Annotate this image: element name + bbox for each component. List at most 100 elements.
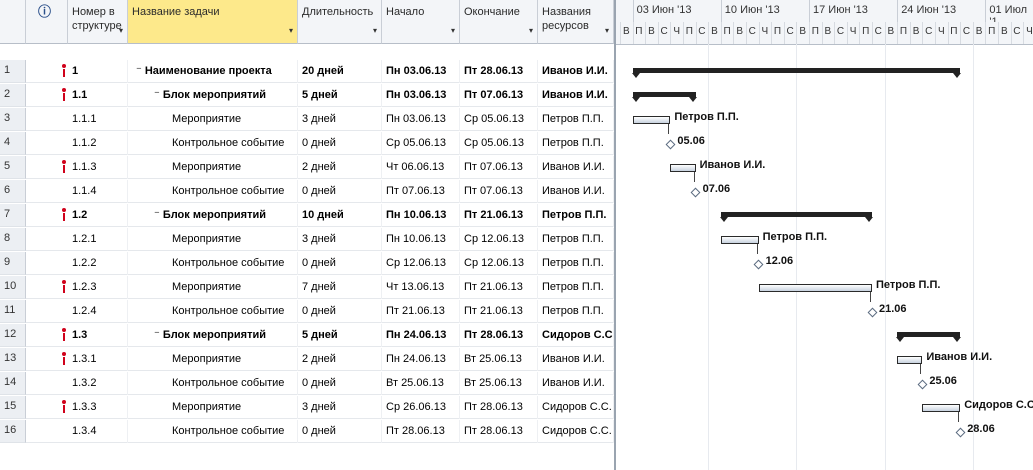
finish-cell[interactable]: Пт 07.06.13 [460, 180, 538, 203]
duration-cell[interactable]: 0 дней [298, 132, 382, 155]
task-name-cell[interactable]: Мероприятие [128, 156, 298, 179]
duration-cell[interactable]: 0 дней [298, 252, 382, 275]
row-number[interactable]: 11 [0, 300, 26, 323]
resources-cell[interactable]: Сидоров С.С. [538, 420, 614, 443]
resources-cell[interactable]: Петров П.П. [538, 300, 614, 323]
task-name-cell[interactable]: ⁻ Наименование проекта [128, 60, 298, 83]
chevron-down-icon[interactable]: ▾ [605, 24, 609, 38]
wbs-cell[interactable]: 1.1.1 [68, 108, 128, 131]
wbs-cell[interactable]: 1.3.2 [68, 372, 128, 395]
start-cell[interactable]: Пн 24.06.13 [382, 324, 460, 347]
finish-cell[interactable]: Пт 21.06.13 [460, 300, 538, 323]
collapse-toggle-icon[interactable]: ⁻ [154, 329, 160, 341]
duration-column-header[interactable]: Длительность ▾ [298, 0, 382, 44]
duration-cell[interactable]: 0 дней [298, 180, 382, 203]
duration-cell[interactable]: 0 дней [298, 420, 382, 443]
table-row[interactable]: 1.1.1 Мероприятие 3 дней Пн 03.06.13 Ср 05.0… [26, 108, 614, 131]
resources-cell[interactable]: Сидоров С.С. [538, 324, 614, 347]
row-number[interactable]: 15 [0, 396, 26, 419]
name-column-header[interactable]: Название задачи ▾ [128, 0, 298, 44]
finish-cell[interactable]: Пт 07.06.13 [460, 156, 538, 179]
resources-cell[interactable]: Петров П.П. [538, 252, 614, 275]
task-name-cell[interactable]: Мероприятие [128, 396, 298, 419]
chevron-down-icon[interactable]: ▾ [451, 24, 455, 38]
task-name-cell[interactable]: Контрольное событие [128, 420, 298, 443]
duration-cell[interactable]: 2 дней [298, 348, 382, 371]
wbs-cell[interactable]: 1.1.3 [68, 156, 128, 179]
milestone-diamond-icon[interactable] [867, 307, 877, 317]
row-number[interactable]: 1 [0, 60, 26, 83]
task-name-cell[interactable]: Мероприятие [128, 276, 298, 299]
start-cell[interactable]: Пн 24.06.13 [382, 348, 460, 371]
resources-cell[interactable]: Иванов И.И. [538, 348, 614, 371]
start-cell[interactable]: Пн 03.06.13 [382, 84, 460, 107]
finish-cell[interactable]: Пт 21.06.13 [460, 204, 538, 227]
resources-column-header[interactable]: Названия ресурсов ▾ [538, 0, 614, 44]
task-name-cell[interactable]: ⁻ Блок мероприятий [128, 324, 298, 347]
resources-cell[interactable]: Петров П.П. [538, 276, 614, 299]
start-cell[interactable]: Пн 10.06.13 [382, 228, 460, 251]
finish-cell[interactable]: Пт 28.06.13 [460, 324, 538, 347]
finish-cell[interactable]: Вт 25.06.13 [460, 372, 538, 395]
table-row[interactable]: 1.3.1 Мероприятие 2 дней Пн 24.06.13 Вт 25.0… [26, 348, 614, 371]
duration-cell[interactable]: 3 дней [298, 108, 382, 131]
task-name-cell[interactable]: Мероприятие [128, 348, 298, 371]
row-number[interactable]: 6 [0, 180, 26, 203]
resources-cell[interactable]: Петров П.П. [538, 204, 614, 227]
task-name-cell[interactable]: Мероприятие [128, 108, 298, 131]
duration-cell[interactable]: 2 дней [298, 156, 382, 179]
start-column-header[interactable]: Начало ▾ [382, 0, 460, 44]
task-name-cell[interactable]: ⁻ Блок мероприятий [128, 204, 298, 227]
duration-cell[interactable]: 3 дней [298, 228, 382, 251]
start-cell[interactable]: Чт 06.06.13 [382, 156, 460, 179]
chevron-down-icon[interactable]: ▾ [373, 24, 377, 38]
task-name-cell[interactable]: Контрольное событие [128, 132, 298, 155]
task-bar[interactable] [670, 164, 696, 172]
duration-cell[interactable]: 5 дней [298, 324, 382, 347]
task-name-cell[interactable]: Мероприятие [128, 228, 298, 251]
finish-cell[interactable]: Пт 28.06.13 [460, 60, 538, 83]
duration-cell[interactable]: 5 дней [298, 84, 382, 107]
task-bar[interactable] [897, 356, 923, 364]
table-row[interactable]: 1.2.1 Мероприятие 3 дней Пн 10.06.13 Ср 12.0… [26, 228, 614, 251]
table-row[interactable]: 1.2.3 Мероприятие 7 дней Чт 13.06.13 Пт 21.0… [26, 276, 614, 299]
task-bar[interactable] [632, 116, 671, 124]
wbs-cell[interactable]: 1.3.3 [68, 396, 128, 419]
wbs-cell[interactable]: 1.3.1 [68, 348, 128, 371]
wbs-cell[interactable]: 1.2 [68, 204, 128, 227]
table-row[interactable]: 1.1.3 Мероприятие 2 дней Чт 06.06.13 Пт 07.0… [26, 156, 614, 179]
summary-bar[interactable] [719, 212, 874, 222]
duration-cell[interactable]: 10 дней [298, 204, 382, 227]
table-row[interactable]: 1.2.4 Контрольное событие 0 дней Пт 21.06.1… [26, 300, 614, 323]
row-number[interactable]: 3 [0, 108, 26, 131]
resources-cell[interactable]: Иванов И.И. [538, 156, 614, 179]
start-cell[interactable]: Ср 26.06.13 [382, 396, 460, 419]
collapse-toggle-icon[interactable]: ⁻ [154, 89, 160, 101]
table-row[interactable]: 1 ⁻ Наименование проекта 20 дней Пн 03.06.13… [26, 60, 614, 83]
wbs-cell[interactable]: 1 [68, 60, 128, 83]
table-row[interactable]: 1.1 ⁻ Блок мероприятий 5 дней Пн 03.06.13 Пт … [26, 84, 614, 107]
row-number[interactable]: 13 [0, 348, 26, 371]
table-row[interactable]: 1.3.4 Контрольное событие 0 дней Пт 28.06.1… [26, 420, 614, 443]
summary-bar[interactable] [631, 68, 961, 78]
finish-cell[interactable]: Пт 21.06.13 [460, 276, 538, 299]
milestone-diamond-icon[interactable] [665, 139, 676, 149]
table-row[interactable]: 1.1.2 Контрольное событие 0 дней Ср 05.06.1… [26, 132, 614, 155]
resources-cell[interactable]: Петров П.П. [538, 132, 614, 155]
gantt-chart[interactable]: 03 Июн '13 10 Июн '13 17 Июн '13 24 Июн '13… [616, 0, 1033, 470]
wbs-cell[interactable]: 1.2.3 [68, 276, 128, 299]
start-cell[interactable]: Пт 21.06.13 [382, 300, 460, 323]
indicator-column-header[interactable]: ⓘ [26, 0, 68, 44]
start-cell[interactable]: Чт 13.06.13 [382, 276, 460, 299]
start-cell[interactable]: Пн 10.06.13 [382, 204, 460, 227]
table-row[interactable]: 1.3 ⁻ Блок мероприятий 5 дней Пн 24.06.13 Пт … [26, 324, 614, 347]
wbs-cell[interactable]: 1.2.1 [68, 228, 128, 251]
summary-bar[interactable] [631, 92, 697, 102]
collapse-toggle-icon[interactable]: ⁻ [136, 65, 142, 77]
duration-cell[interactable]: 7 дней [298, 276, 382, 299]
task-bar[interactable] [922, 404, 961, 412]
start-cell[interactable]: Пн 03.06.13 [382, 60, 460, 83]
finish-cell[interactable]: Ср 05.06.13 [460, 108, 538, 131]
wbs-cell[interactable]: 1.3 [68, 324, 128, 347]
row-number[interactable]: 7 [0, 204, 26, 227]
